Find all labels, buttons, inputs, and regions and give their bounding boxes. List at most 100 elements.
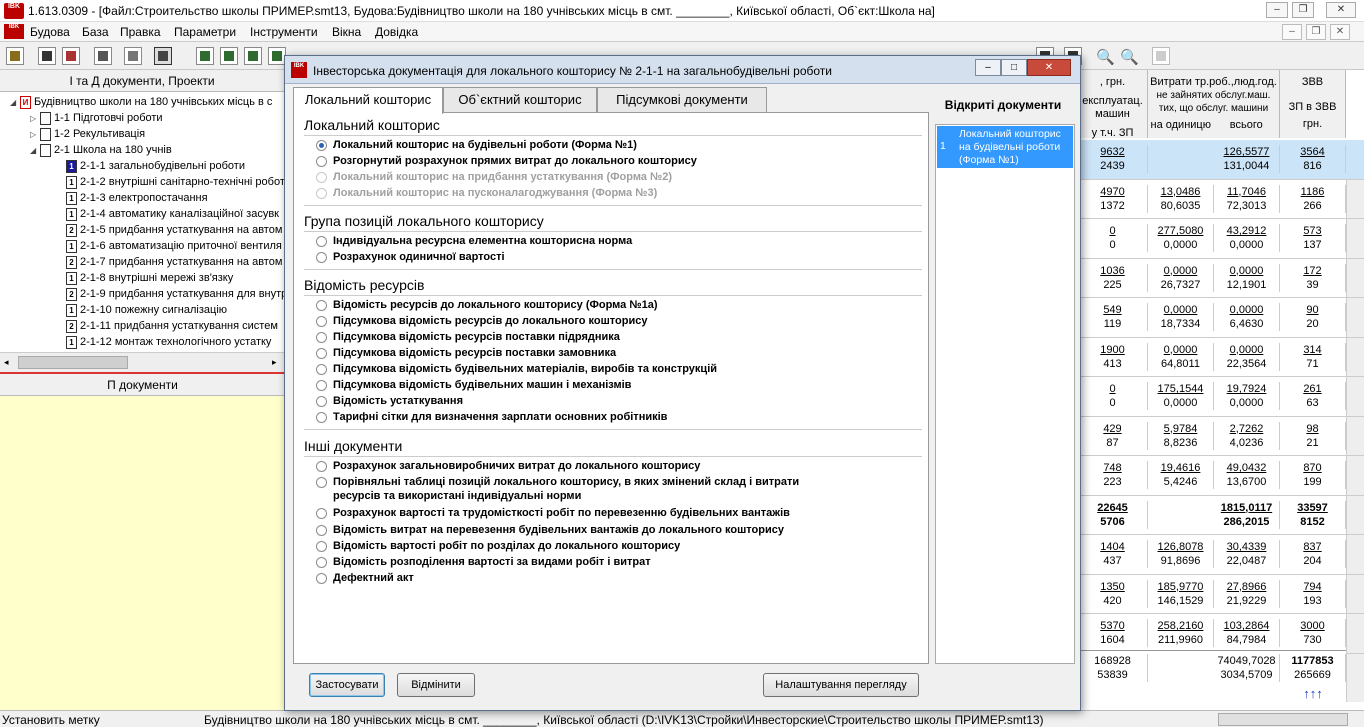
menu-item-baza[interactable]: База [82,25,109,39]
menu-item-pravka[interactable]: Правка [120,25,161,39]
table-row[interactable]: 0 0 277,5080 0,0000 43,2912 0,0000 573 137 [1078,219,1364,259]
menu-item-dovidka[interactable]: Довідка [375,25,418,39]
left-pane: І та Д документи, Проекти ◢ И Будівництво … [0,70,285,710]
radio-icon[interactable] [316,412,327,423]
find-next-icon[interactable]: 🔍 [1120,48,1139,66]
tree-item-root[interactable]: ◢ И Будівництво школи на 180 учнівських мі… [10,94,272,110]
menu-item-vikna[interactable]: Вікна [332,25,361,39]
collapse-icon[interactable]: ◢ [10,95,20,111]
sort-arrows-icon[interactable]: ↑↑↑ [1280,686,1346,704]
view-settings-button[interactable]: Налаштування перегляду [763,673,919,697]
table-row[interactable]: 9632 2439 126,5577 131,0044 3564 816 [1078,140,1364,180]
expand-icon[interactable]: ▷ [30,127,40,143]
tree-item-2-1-9[interactable]: 2 2-1-9 придбання устаткування для внутр [66,286,285,302]
tree-item-2-1-8[interactable]: 1 2-1-8 внутрішні мережі зв'язку [66,270,233,286]
radio-icon[interactable] [316,525,327,536]
find-icon[interactable]: 🔍 [1096,48,1115,66]
radio-icon[interactable] [316,300,327,311]
expand-icon[interactable]: ▷ [30,111,40,127]
radio-icon[interactable] [316,396,327,407]
table-row[interactable]: 0 0 175,1544 0,0000 19,7924 0,0000 261 63 [1078,377,1364,417]
restore-icon[interactable]: ❐ [1292,2,1314,18]
table-row[interactable]: 5370 1604 258,2160 211,9960 103,2864 84,7984 3… [1078,614,1364,654]
apply-button[interactable]: Застосувати [309,673,385,697]
open-icon[interactable] [6,47,24,65]
menu-item-parametry[interactable]: Параметри [174,25,236,39]
collapse-icon[interactable]: ◢ [30,143,40,159]
table-cell: 1900 413 [1078,342,1148,371]
tree-item-2-1-10[interactable]: 1 2-1-10 пожежну сигналізацію [66,302,227,318]
tab-object-estimate[interactable]: Об`єктний кошторис [443,87,597,112]
dialog-minimize-icon[interactable]: – [975,59,1001,76]
local-estimate-icon: 1 [66,239,77,253]
table-cell: 00 [1078,224,1148,252]
tree-view-icon[interactable] [154,47,172,65]
tree-item-2-1-3[interactable]: 1 2-1-3 електропостачання [66,190,208,206]
menu-item-instrumenty[interactable]: Інструменти [250,25,318,39]
table-row[interactable]: 549 119 0,0000 18,7334 0,0000 6,4630 90 20 [1078,298,1364,338]
tree-item-2-1-2[interactable]: 1 2-1-2 внутрішні санітарно-технічні робо… [66,174,285,190]
radio-icon[interactable] [316,541,327,552]
scroll-left-icon[interactable]: ◂ [4,357,9,368]
tree-horizontal-scrollbar[interactable]: ◂ ▸ [0,352,285,372]
doc3-icon[interactable] [244,47,262,65]
tree-item-1-1[interactable]: ▷ 1-1 Підготовчі роботи [30,110,163,126]
notes-icon[interactable] [1152,47,1170,65]
radio-icon[interactable] [316,252,327,263]
tree-item-2-1-6[interactable]: 1 2-1-6 автоматизацію приточної вентиля [66,238,282,254]
header-text: ЗВВ [1301,76,1324,88]
tree-item-2-1-7[interactable]: 2 2-1-7 придбання устаткування на автом [66,254,282,270]
mdi-minimize-icon[interactable]: – [1282,24,1302,40]
radio-icon[interactable] [316,332,327,343]
radio-icon[interactable] [316,156,327,167]
cancel-button[interactable]: Відмінити [397,673,475,697]
close-icon[interactable]: ✕ [1326,2,1356,18]
radio-icon[interactable] [316,557,327,568]
table-row[interactable]: 1350 420 185,9770 146,1529 27,8966 21,9229 794… [1078,575,1364,614]
radio-icon[interactable] [316,477,327,488]
table-row[interactable]: 1036 225 0,0000 26,7327 0,0000 12,1901 172 39 [1078,259,1364,298]
tree-item-2-1[interactable]: ◢ 2-1 Школа на 180 учнів [30,142,172,158]
preview-icon[interactable] [124,47,142,65]
tree-item-label: 2-1-1 загальнобудівельні роботи [80,160,245,172]
opened-document-item[interactable]: 1 Локальний кошторис на будівельні робот… [937,126,1073,168]
mdi-restore-icon[interactable]: ❐ [1306,24,1326,40]
doc2-icon[interactable] [220,47,238,65]
tree-item-2-1-4[interactable]: 1 2-1-4 автоматику каналізаційної засувк [66,206,279,222]
radio-checked-icon[interactable] [316,140,327,151]
print-icon[interactable] [94,47,112,65]
save-icon[interactable] [38,47,56,65]
table-cell: 126,5577 131,0044 [1214,145,1280,173]
dialog-close-icon[interactable]: ✕ [1027,59,1071,76]
radio-icon[interactable] [316,508,327,519]
tree-item-2-1-1[interactable]: 1 2-1-1 загальнобудівельні роботи [66,158,245,174]
radio-icon[interactable] [316,364,327,375]
tree-item-1-2[interactable]: ▷ 1-2 Рекультивація [30,126,145,142]
dialog-maximize-icon[interactable]: □ [1001,59,1027,76]
save-as-icon[interactable] [62,47,80,65]
radio-icon[interactable] [316,380,327,391]
tab-summary-docs[interactable]: Підсумкові документи [597,87,767,112]
scrollbar-thumb[interactable] [18,356,128,369]
table-row[interactable]: 22645 5706 1815,0117 286,2015 33597 8152 [1078,496,1364,535]
tab-local-estimate[interactable]: Локальний кошторис [293,87,443,114]
tree-item-2-1-12[interactable]: 1 2-1-12 монтаж технологічного устатку [66,334,271,350]
radio-icon[interactable] [316,461,327,472]
radio-icon[interactable] [316,348,327,359]
scroll-right-icon[interactable]: ▸ [272,357,277,368]
radio-icon[interactable] [316,316,327,327]
table-row[interactable]: 748 223 19,4616 5,4246 49,0432 13,6700 870 199 [1078,456,1364,496]
radio-icon[interactable] [316,573,327,584]
tree-item-2-1-5[interactable]: 2 2-1-5 придбання устаткування на автом [66,222,282,238]
table-row[interactable]: 4970 1372 13,0486 80,6035 11,7046 72,3013 1186… [1078,180,1364,219]
radio-icon[interactable] [316,236,327,247]
menu-bar: IBK Будова База Правка Параметри Інструм… [0,22,1364,42]
doc1-icon[interactable] [196,47,214,65]
table-row[interactable]: 1900 413 0,0000 64,8011 0,0000 22,3564 314 71 [1078,338,1364,377]
table-row[interactable]: 429 87 5,9784 8,8236 2,7262 4,0236 98 21 [1078,417,1364,456]
menu-item-budova[interactable]: Будова [30,25,70,39]
table-row[interactable]: 1404 437 126,8078 91,8696 30,4339 22,0487 837 2… [1078,535,1364,575]
tree-item-2-1-11[interactable]: 2 2-1-11 придбання устаткування систем [66,318,278,334]
mdi-close-icon[interactable]: ✕ [1330,24,1350,40]
minimize-icon[interactable]: – [1266,2,1288,18]
